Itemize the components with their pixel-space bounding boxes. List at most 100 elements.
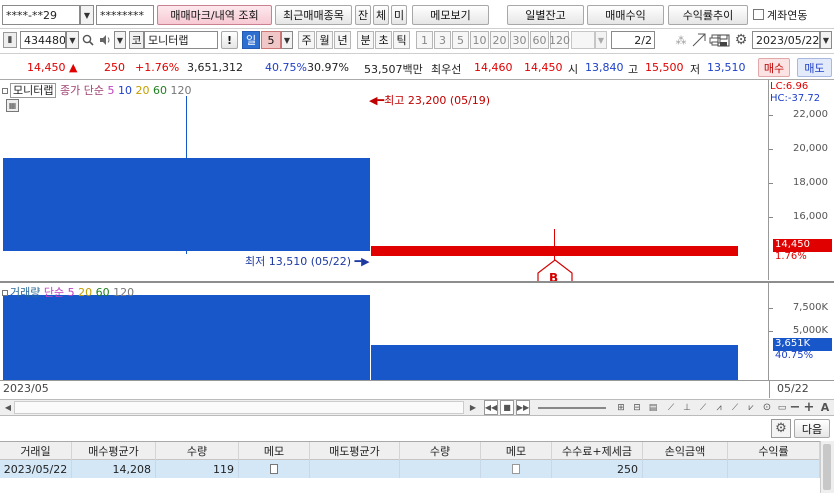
table-header-cell[interactable]: 손익금액 bbox=[643, 442, 728, 460]
chevron-down-icon: ▼ bbox=[597, 35, 605, 45]
trend-line-icon[interactable]: ⟋ bbox=[664, 400, 678, 415]
alert-icon[interactable]: ! bbox=[221, 31, 238, 49]
table-header-cell[interactable]: 수량 bbox=[156, 442, 239, 460]
more-tools-icon[interactable]: ▭ bbox=[775, 400, 789, 415]
zoom-out-icon[interactable]: − bbox=[789, 399, 801, 416]
draw-tool-icon[interactable]: ⟋ bbox=[696, 400, 710, 415]
stop-icon[interactable]: ■ bbox=[500, 400, 514, 415]
speed-slider[interactable] bbox=[538, 407, 606, 409]
table-header-cell[interactable]: 수익률 bbox=[728, 442, 820, 460]
filled-button[interactable]: 체 bbox=[373, 5, 389, 25]
period-month-tab[interactable]: 월 bbox=[316, 31, 333, 49]
row-buy-memo[interactable] bbox=[239, 460, 310, 478]
price-tick-label: 18,000 bbox=[793, 177, 828, 188]
daily-balance-button[interactable]: 일별잔고 bbox=[507, 5, 584, 25]
draw-tool-icon[interactable]: ▤ bbox=[646, 400, 660, 415]
period-minute-tab[interactable]: 분 bbox=[357, 31, 374, 49]
table-header-cell[interactable]: 거래일 bbox=[0, 442, 72, 460]
account-number-field[interactable]: ****-**29 bbox=[2, 5, 80, 25]
custom-interval-field[interactable] bbox=[571, 31, 595, 49]
trade-marks-query-button[interactable]: 매매마크/내역 조회 bbox=[157, 5, 272, 25]
period-year-tab[interactable]: 년 bbox=[334, 31, 351, 49]
table-header-cell[interactable]: 메모 bbox=[481, 442, 552, 460]
table-settings-gear-icon[interactable]: ⚙ bbox=[771, 419, 791, 438]
sell-button[interactable]: 매도 bbox=[797, 58, 832, 77]
account-dropdown-button[interactable]: ▼ bbox=[80, 5, 94, 25]
period-day-tab[interactable]: 일 bbox=[242, 31, 260, 49]
period-count-dropdown[interactable]: ▼ bbox=[281, 31, 293, 49]
gear-icon[interactable]: ⚙ bbox=[732, 31, 750, 49]
zoom-icon[interactable]: ⊙ bbox=[760, 400, 774, 415]
lc-value: LC:6.96 bbox=[770, 81, 809, 92]
table-header-cell[interactable]: 매도평균가 bbox=[310, 442, 400, 460]
divider bbox=[0, 380, 834, 381]
interval-button[interactable]: 5 bbox=[452, 31, 469, 49]
balance-button[interactable]: 잔 bbox=[355, 5, 371, 25]
period-tick-tab[interactable]: 틱 bbox=[393, 31, 410, 49]
memo-view-button[interactable]: 메모보기 bbox=[412, 5, 489, 25]
interval-button[interactable]: 3 bbox=[434, 31, 451, 49]
scroll-right-icon[interactable]: ▶ bbox=[466, 400, 480, 415]
fast-forward-icon[interactable]: ▶▶ bbox=[516, 400, 530, 415]
account-link-checkbox[interactable] bbox=[753, 9, 764, 20]
draw-tool-icon[interactable]: ⊥ bbox=[680, 400, 694, 415]
password-field[interactable]: ******** bbox=[96, 5, 154, 25]
stock-code-field[interactable]: 434480 bbox=[20, 31, 66, 49]
trade-profit-button[interactable]: 매매수익 bbox=[587, 5, 664, 25]
table-header-cell[interactable]: 매수평균가 bbox=[72, 442, 156, 460]
legend-stock-name[interactable]: 모니터랩 bbox=[10, 83, 57, 98]
link-icon[interactable]: ⁂ bbox=[673, 31, 689, 49]
panel-toggle-icon[interactable]: ▮ bbox=[3, 32, 17, 48]
open-label: 시 bbox=[568, 63, 579, 76]
draw-tool-icon[interactable]: ⩘ bbox=[712, 400, 726, 415]
memo-icon[interactable] bbox=[270, 464, 278, 474]
code-dropdown-button[interactable]: ▼ bbox=[66, 31, 79, 49]
unfilled-button[interactable]: 미 bbox=[391, 5, 407, 25]
table-header-cell[interactable]: 수량 bbox=[400, 442, 481, 460]
table-scrollbar-thumb[interactable] bbox=[823, 444, 831, 490]
interval-button[interactable]: 30 bbox=[510, 31, 529, 49]
candle-body-up bbox=[371, 246, 738, 256]
table-header-cell[interactable]: 메모 bbox=[239, 442, 310, 460]
row-sell-memo[interactable] bbox=[481, 460, 552, 478]
draw-tool-icon[interactable]: ⊟ bbox=[630, 400, 644, 415]
draw-tool-icon[interactable]: ⟋ bbox=[728, 400, 742, 415]
save-icon[interactable] bbox=[715, 31, 731, 49]
buy-marker[interactable]: B bbox=[536, 259, 574, 281]
search-icon[interactable] bbox=[80, 31, 96, 49]
next-button[interactable]: 다음 bbox=[794, 419, 830, 438]
period-second-tab[interactable]: 초 bbox=[375, 31, 392, 49]
sound-dropdown-button[interactable]: ▼ bbox=[114, 31, 126, 49]
speaker-icon[interactable] bbox=[97, 31, 113, 49]
scroll-left-icon[interactable]: ◀ bbox=[2, 400, 14, 415]
date-dropdown-button[interactable]: ▼ bbox=[820, 31, 832, 49]
table-header-cell[interactable]: 수수료+제세금 bbox=[552, 442, 643, 460]
draw-tool-icon[interactable]: ⊞ bbox=[614, 400, 628, 415]
interval-button[interactable]: 120 bbox=[549, 31, 570, 49]
interval-button[interactable]: 1 bbox=[416, 31, 433, 49]
memo-icon[interactable] bbox=[512, 464, 520, 474]
rewind-icon[interactable]: ◀◀ bbox=[484, 400, 498, 415]
return-trend-button[interactable]: 수익률추이 bbox=[668, 5, 748, 25]
buy-button[interactable]: 매수 bbox=[758, 58, 790, 77]
interval-button[interactable]: 60 bbox=[530, 31, 549, 49]
up-arrow-icon: ▲ bbox=[69, 61, 78, 74]
x-axis-right-label: 05/22 bbox=[777, 382, 809, 395]
stock-name-field[interactable]: 모니터랩 bbox=[144, 31, 218, 49]
period-count-field[interactable]: 5 bbox=[261, 31, 281, 49]
page-field[interactable]: 2/2 bbox=[611, 31, 655, 49]
price-tick-label: 16,000 bbox=[793, 211, 828, 222]
zoom-in-icon[interactable]: + bbox=[803, 399, 815, 416]
buy-marker-label: B bbox=[549, 271, 559, 281]
scroll-track[interactable] bbox=[14, 401, 464, 414]
period-week-tab[interactable]: 주 bbox=[298, 31, 315, 49]
recent-items-button[interactable]: 최근매매종목 bbox=[275, 5, 352, 25]
date-field[interactable]: 2023/05/22 bbox=[752, 31, 820, 49]
interval-button[interactable]: 10 bbox=[470, 31, 489, 49]
crosshair-icon[interactable] bbox=[691, 31, 707, 49]
table-icon[interactable]: ▦ bbox=[6, 99, 19, 112]
draw-tool-icon[interactable]: ⩗ bbox=[744, 400, 758, 415]
custom-interval-dropdown[interactable]: ▼ bbox=[595, 31, 607, 49]
font-size-icon[interactable]: A bbox=[818, 399, 832, 416]
interval-button[interactable]: 20 bbox=[490, 31, 509, 49]
